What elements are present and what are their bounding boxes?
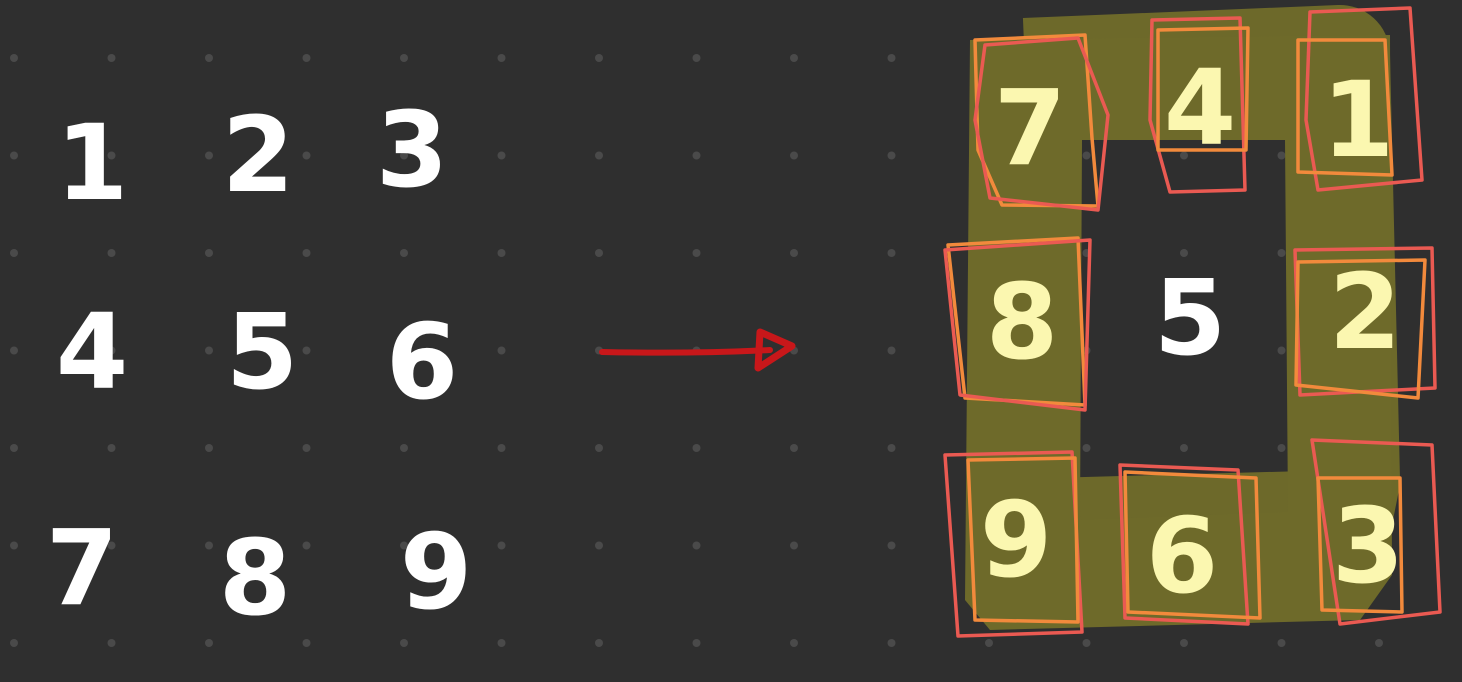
grid-dot [1082,444,1091,452]
grid-dot [302,444,311,452]
grid-dot [497,444,506,452]
grid-dot [595,639,603,647]
grid-dot [1180,444,1188,452]
grid-dot [1277,444,1286,452]
grid-dot [1180,639,1188,647]
grid-dot [887,346,896,355]
grid-dot [107,249,116,257]
grid-dot [790,639,798,647]
before-cell-3-1: 7 [46,507,118,629]
grid-dot [692,151,701,160]
grid-dot [692,249,701,257]
grid-dot [595,541,603,550]
grid-dot [887,249,896,257]
grid-dot [790,249,798,257]
grid-dot [1277,151,1286,160]
grid-dot [497,54,506,62]
grid-dot [10,444,18,452]
grid-dot [887,444,896,452]
grid-dot [692,444,701,452]
grid-dot [790,54,798,62]
before-cell-2-3: 6 [386,301,458,423]
grid-dot [1180,249,1188,257]
grid-dot [205,249,213,257]
grid-dot [497,346,506,355]
before-cell-3-2: 8 [219,517,291,639]
grid-dot [302,541,311,550]
grid-dot [692,639,701,647]
after-cell-1-2: 4 [1164,47,1236,169]
grid-dot [595,151,603,160]
grid-dot [205,541,213,550]
before-cell-2-1: 4 [56,291,128,413]
grid-dot [10,249,18,257]
grid-dot [205,444,213,452]
grid-dot [497,639,506,647]
grid-dot [887,54,896,62]
grid-dot [790,541,798,550]
grid-dot [10,346,18,355]
grid-dot [1277,249,1286,257]
grid-dot [302,249,311,257]
grid-dot [107,54,116,62]
grid-dot [1277,346,1286,355]
grid-dot [400,444,408,452]
grid-dot [497,541,506,550]
after-cell-2-3: 2 [1329,251,1401,373]
grid-dot [400,54,408,62]
after-cell-1-3: 1 [1322,59,1394,181]
grid-dot [10,54,18,62]
grid-dot [1375,639,1383,647]
grid-dot [1082,151,1091,160]
grid-dot [1082,639,1091,647]
grid-dot [205,151,213,160]
grid-dot [205,346,213,355]
grid-dot [107,444,116,452]
grid-dot [1277,639,1286,647]
grid-dot [595,444,603,452]
after-cell-2-1: 8 [986,261,1058,383]
rotation-diagram: 1 2 3 4 5 6 7 8 9 7 4 1 8 5 2 9 6 3 [0,0,1462,682]
grid-dot [302,346,311,355]
after-cell-3-3: 3 [1332,485,1404,607]
after-cell-3-1: 9 [980,479,1052,601]
grid-dot [887,639,896,647]
grid-dot [205,54,213,62]
grid-dot [790,151,798,160]
grid-dot [400,639,408,647]
grid-dot [107,639,116,647]
before-grid: 1 2 3 4 5 6 7 8 9 [46,89,472,639]
after-cell-1-1: 7 [994,67,1066,189]
grid-dot [692,541,701,550]
grid-dot [302,54,311,62]
after-cell-2-2: 5 [1154,257,1226,379]
grid-dot [595,249,603,257]
grid-dot [887,541,896,550]
grid-dot [205,639,213,647]
grid-dot [10,151,18,160]
grid-dot [10,541,18,550]
before-cell-2-2: 5 [226,291,298,413]
grid-dot [985,639,993,647]
grid-dot [497,249,506,257]
after-cell-3-2: 6 [1146,495,1218,617]
grid-dot [790,444,798,452]
grid-dot [10,639,18,647]
grid-dot [400,249,408,257]
before-cell-1-1: 1 [56,102,128,224]
after-grid: 7 4 1 8 5 2 9 6 3 [943,5,1442,638]
grid-dot [887,151,896,160]
before-cell-1-2: 2 [222,94,294,216]
grid-dot [595,54,603,62]
grid-dot [302,639,311,647]
before-cell-1-3: 3 [376,89,448,211]
before-cell-3-3: 9 [400,511,472,633]
grid-dot [692,54,701,62]
grid-dot [302,151,311,160]
grid-dot [497,151,506,160]
